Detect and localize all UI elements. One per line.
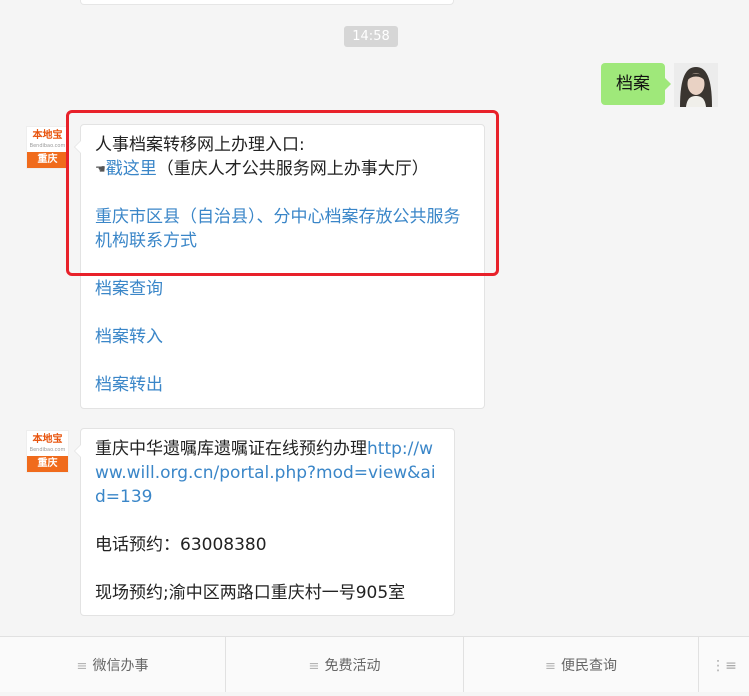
previous-message-bubble (80, 0, 454, 5)
bot-logo-text: 本地宝 (32, 130, 63, 141)
bot-logo-site: Bendibao.com (29, 143, 66, 149)
menu-lines-icon: ≡ (545, 659, 556, 674)
bot-logo-site: Bendibao.com (29, 447, 66, 453)
menu-convenience-query[interactable]: ≡ 便民查询 (464, 637, 699, 692)
will-registry-line: 重庆中华遗嘱库遗嘱证在线预约办理http://www.will.org.cn/p… (95, 437, 440, 509)
user-message-bubble: 档案 (601, 63, 671, 105)
menu-label: 便民查询 (560, 658, 617, 674)
user-avatar[interactable] (674, 63, 718, 107)
menu-label: 免费活动 (324, 658, 381, 674)
user-avatar-image (674, 63, 718, 107)
bot-avatar[interactable]: 本地宝 Bendibao.com 重庆 (26, 430, 69, 473)
archive-transfer-in-link[interactable]: 档案转入 (95, 325, 470, 349)
bot-message-bubble-2: 重庆中华遗嘱库遗嘱证在线预约办理http://www.will.org.cn/p… (74, 428, 455, 616)
message-timestamp: 14:58 (344, 26, 398, 47)
phone-booking-text: 电话预约：63008380 (95, 535, 267, 555)
bot-logo-city: 重庆 (27, 456, 68, 472)
archive-query-link[interactable]: 档案查询 (95, 277, 470, 301)
menu-wechat-services[interactable]: ≡ 微信办事 (0, 637, 226, 692)
onsite-booking-text: 现场预约;渝中区两路口重庆村一号905室 (95, 583, 406, 603)
menu-lines-icon: ≡ (76, 659, 88, 674)
bottom-menu-bar: ≡ 微信办事 ≡ 免费活动 ≡ 便民查询 ⋮≡ (0, 636, 749, 692)
bot-avatar[interactable]: 本地宝 Bendibao.com 重庆 (26, 126, 69, 169)
bot-logo-text: 本地宝 (32, 434, 63, 445)
will-registry-text: 重庆中华遗嘱库遗嘱证在线预约办理 (95, 439, 367, 459)
menu-free-activities[interactable]: ≡ 免费活动 (226, 637, 464, 692)
bot-logo-city: 重庆 (27, 152, 68, 168)
menu-label: 微信办事 (92, 658, 149, 674)
archive-transfer-out-link[interactable]: 档案转出 (95, 373, 470, 397)
red-highlight-annotation (66, 110, 499, 276)
keyboard-toggle-icon[interactable]: ⋮≡ (699, 637, 749, 692)
menu-lines-icon: ≡ (308, 659, 320, 674)
